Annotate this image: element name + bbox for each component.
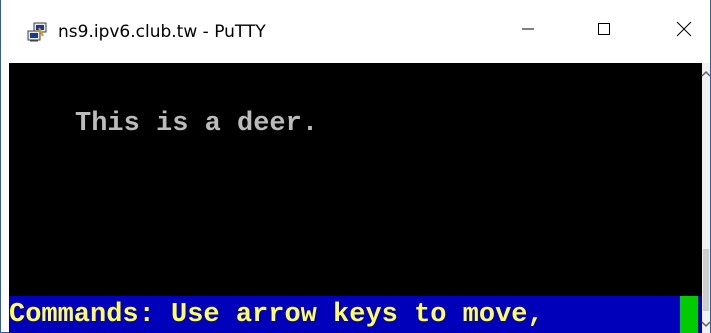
terminal-line: This is a deer.	[75, 109, 319, 139]
putty-icon[interactable]	[26, 22, 48, 44]
minimize-icon	[521, 22, 535, 41]
close-button[interactable]	[659, 0, 709, 63]
minimize-button[interactable]	[503, 0, 553, 63]
close-icon	[676, 21, 692, 42]
scrollbar-thumb[interactable]	[703, 249, 709, 311]
vertical-scrollbar[interactable]	[700, 63, 711, 333]
terminal-area[interactable]: This is a deer. Commands: Use arrow keys…	[9, 63, 702, 333]
status-text: Commands: Use arrow keys to move,	[9, 300, 544, 330]
maximize-icon	[597, 22, 611, 41]
putty-window: ns9.ipv6.club.tw - PuTTY This is a deer.…	[0, 0, 711, 333]
maximize-button[interactable]	[579, 0, 629, 63]
window-title: ns9.ipv6.club.tw - PuTTY	[58, 22, 266, 42]
title-bar[interactable]: ns9.ipv6.club.tw - PuTTY	[1, 0, 710, 63]
chevron-up-icon[interactable]	[700, 67, 711, 81]
status-line: Commands: Use arrow keys to move,	[9, 296, 702, 333]
terminal-cursor	[680, 296, 698, 333]
chevron-down-icon[interactable]	[700, 317, 711, 331]
